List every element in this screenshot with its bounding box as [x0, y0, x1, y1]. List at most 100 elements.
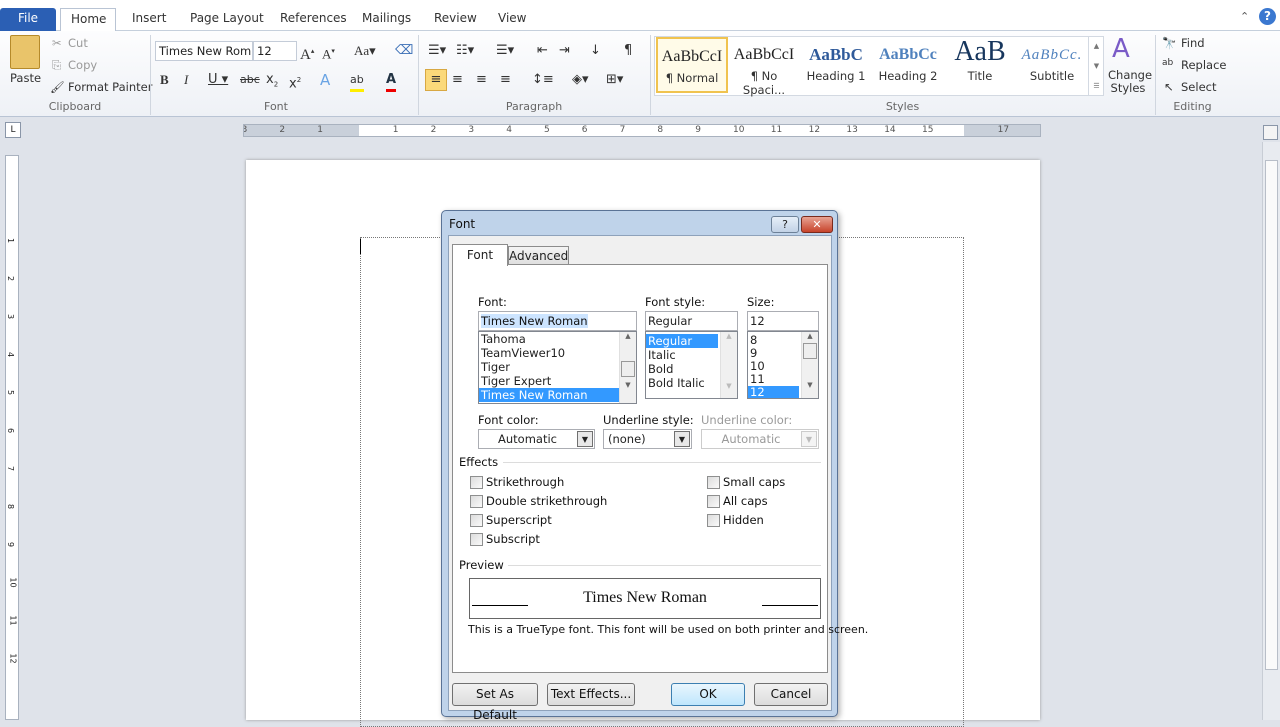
checkbox-label[interactable]: Double strikethrough	[486, 494, 607, 508]
find-button[interactable]: Find	[1181, 36, 1205, 50]
increase-indent-icon[interactable]: ⇥	[559, 42, 570, 60]
size-list-scrollbar[interactable]: ▲ ▼	[801, 332, 818, 398]
list-item[interactable]: Tiger	[479, 360, 636, 374]
checkbox-superscript[interactable]	[470, 514, 483, 527]
shrink-font-icon[interactable]: A▾	[322, 42, 335, 63]
show-formatting-icon[interactable]: ¶	[624, 42, 632, 60]
tab-page-layout[interactable]: Page Layout	[180, 8, 274, 31]
list-item[interactable]: TeamViewer10	[479, 346, 636, 360]
change-case-icon[interactable]: Aa▾	[354, 42, 376, 60]
font-style-list[interactable]: Regular Italic Bold Bold Italic ▲ ▼	[645, 331, 738, 399]
vertical-ruler[interactable]: 1 2 3 4 5 6 7 8 9 10 11 12	[5, 155, 19, 720]
borders-icon[interactable]: ⊞▾	[606, 71, 623, 89]
tab-mailings[interactable]: Mailings	[352, 8, 421, 31]
bullets-icon[interactable]: ☰▾	[428, 42, 446, 60]
checkbox-double-strikethrough[interactable]	[470, 495, 483, 508]
multilevel-list-icon[interactable]: ☰▾	[496, 42, 514, 60]
italic-icon[interactable]: I	[184, 71, 188, 89]
size-input[interactable]: 12	[747, 311, 819, 331]
close-button[interactable]: ✕	[801, 216, 833, 233]
tab-home[interactable]: Home	[60, 8, 116, 32]
style-list-scrollbar[interactable]: ▲ ▼	[720, 332, 737, 398]
highlight-icon[interactable]: ab	[350, 71, 364, 92]
font-name-combo[interactable]: Times New Rom	[155, 41, 253, 61]
text-effects-icon[interactable]: A	[320, 71, 330, 89]
style-normal[interactable]: AaBbCcI ¶ Normal	[656, 37, 728, 93]
grow-font-icon[interactable]: A▴	[300, 42, 314, 64]
list-item[interactable]: Tahoma	[479, 332, 636, 346]
format-painter-button[interactable]: Format Painter	[68, 80, 152, 94]
line-spacing-icon[interactable]: ↕≡	[532, 71, 554, 89]
cut-button[interactable]: Cut	[68, 36, 88, 50]
paste-icon[interactable]	[10, 35, 40, 69]
tab-view[interactable]: View	[488, 8, 536, 31]
font-list-scrollbar[interactable]: ▲ ▼	[619, 332, 636, 403]
style-no-spacing[interactable]: AaBbCcI ¶ No Spaci...	[728, 37, 800, 97]
font-color-dropdown[interactable]: Automatic ▼	[478, 429, 595, 449]
text-effects-button[interactable]: Text Effects...	[547, 683, 635, 706]
checkbox-hidden[interactable]	[707, 514, 720, 527]
tab-advanced[interactable]: Advanced	[508, 246, 569, 265]
view-ruler-icon[interactable]	[1263, 125, 1278, 140]
checkbox-label[interactable]: All caps	[723, 494, 768, 508]
subscript-icon[interactable]: x2	[266, 71, 278, 94]
paste-button[interactable]: Paste	[10, 71, 41, 85]
style-subtitle[interactable]: AaBbCc. Subtitle	[1016, 37, 1088, 93]
clear-formatting-icon[interactable]: ⌫	[395, 42, 413, 60]
styles-gallery-scroll[interactable]: ▲ ▼ ☰	[1088, 36, 1104, 96]
font-size-combo[interactable]: 12	[253, 41, 297, 61]
underline-style-dropdown[interactable]: (none) ▼	[603, 429, 692, 449]
checkbox-subscript[interactable]	[470, 533, 483, 546]
style-title[interactable]: AaB Title	[944, 37, 1016, 93]
list-item[interactable]: Tiger Expert	[479, 374, 636, 388]
align-center-icon[interactable]: ≡	[452, 71, 463, 89]
checkbox-label[interactable]: Subscript	[486, 532, 540, 546]
underline-icon[interactable]: U ▾	[208, 71, 228, 89]
font-name-input[interactable]: Times New Roman	[478, 311, 637, 331]
numbering-icon[interactable]: ☷▾	[456, 42, 474, 60]
scrollbar-thumb[interactable]	[1265, 160, 1278, 670]
checkbox-small-caps[interactable]	[707, 476, 720, 489]
align-right-icon[interactable]: ≡	[476, 71, 487, 89]
replace-button[interactable]: Replace	[1181, 58, 1227, 72]
tab-file[interactable]: File	[0, 8, 56, 31]
font-color-icon[interactable]: A	[386, 71, 397, 92]
strikethrough-icon[interactable]: abc	[240, 71, 260, 89]
cancel-button[interactable]: Cancel	[754, 683, 828, 706]
font-name-list[interactable]: Tahoma TeamViewer10 Tiger Tiger Expert T…	[478, 331, 637, 404]
horizontal-ruler[interactable]: 32112345678910111213141517	[243, 124, 1041, 137]
bold-icon[interactable]: B	[160, 71, 169, 89]
sort-icon[interactable]: ↓	[590, 42, 601, 60]
size-list[interactable]: 8 9 10 11 12 ▲ ▼	[747, 331, 819, 399]
checkbox-label[interactable]: Hidden	[723, 513, 764, 527]
list-item-selected[interactable]: Regular	[646, 334, 718, 348]
checkbox-label[interactable]: Small caps	[723, 475, 785, 489]
tab-insert[interactable]: Insert	[122, 8, 176, 31]
minimize-ribbon-icon[interactable]: ⌃	[1240, 10, 1249, 23]
shading-icon[interactable]: ◈▾	[572, 71, 589, 89]
change-styles-button[interactable]: Change Styles	[1108, 69, 1152, 95]
set-as-default-button[interactable]: Set As Default	[452, 683, 538, 722]
checkbox-strikethrough[interactable]	[470, 476, 483, 489]
tab-selector[interactable]: L	[5, 122, 21, 138]
list-item-selected[interactable]: Times New Roman	[479, 388, 619, 402]
justify-icon[interactable]: ≡	[500, 71, 511, 89]
tab-font[interactable]: Font	[452, 244, 508, 266]
list-item-selected[interactable]: 12	[748, 386, 799, 398]
checkbox-all-caps[interactable]	[707, 495, 720, 508]
help-icon[interactable]: ?	[1259, 8, 1276, 25]
tab-references[interactable]: References	[270, 8, 357, 31]
align-left-icon[interactable]: ≡	[425, 69, 447, 91]
superscript-icon[interactable]: x2	[289, 71, 301, 93]
vertical-scrollbar[interactable]	[1262, 142, 1280, 720]
select-button[interactable]: Select	[1181, 80, 1216, 94]
tab-review[interactable]: Review	[424, 8, 487, 31]
ok-button[interactable]: OK	[671, 683, 745, 706]
font-style-input[interactable]: Regular	[645, 311, 738, 331]
checkbox-label[interactable]: Strikethrough	[486, 475, 564, 489]
copy-button[interactable]: Copy	[68, 58, 97, 72]
style-heading-1[interactable]: AaBbC Heading 1	[800, 37, 872, 93]
style-heading-2[interactable]: AaBbCc Heading 2	[872, 37, 944, 93]
decrease-indent-icon[interactable]: ⇤	[537, 42, 548, 60]
checkbox-label[interactable]: Superscript	[486, 513, 552, 527]
